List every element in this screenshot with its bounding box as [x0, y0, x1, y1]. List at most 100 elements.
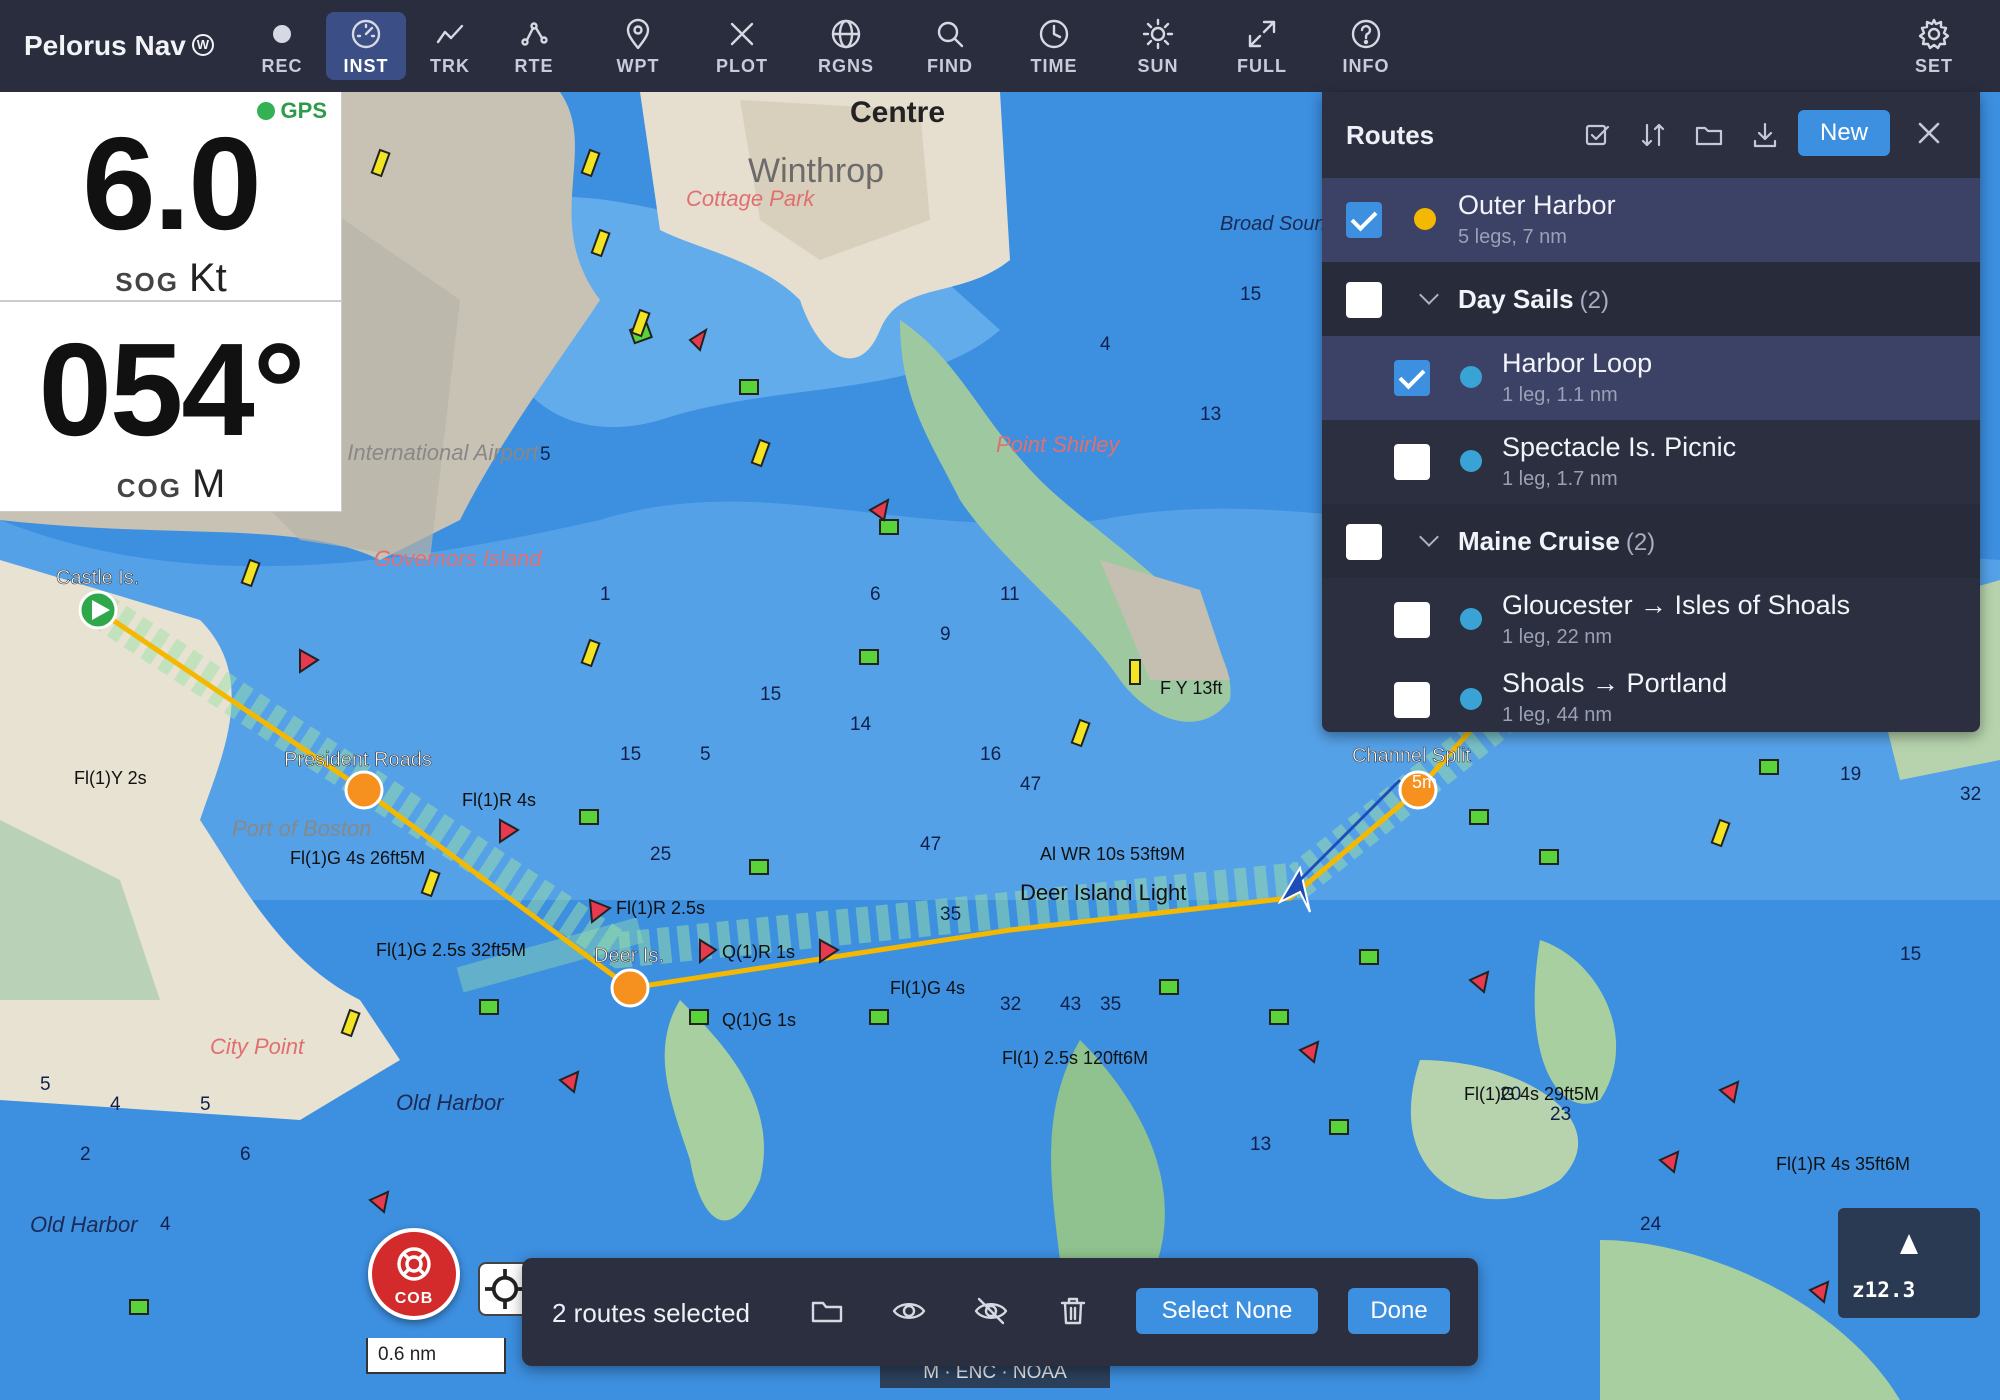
route-checkbox[interactable]: [1394, 682, 1430, 718]
delete-routes-button[interactable]: [1056, 1294, 1092, 1330]
open-folder-button[interactable]: [1694, 120, 1728, 154]
group-checkbox[interactable]: [1346, 282, 1382, 318]
select-none-button[interactable]: Select None: [1136, 1288, 1318, 1334]
hide-routes-button[interactable]: [974, 1294, 1010, 1330]
sog-value: 6.0: [82, 110, 262, 257]
svg-text:32: 32: [1000, 994, 1021, 1015]
zoom-indicator[interactable]: z12.3: [1838, 1208, 1980, 1318]
svg-text:15: 15: [1240, 284, 1261, 305]
route-color-dot-icon: [1460, 608, 1482, 630]
toolbar-find-button[interactable]: FIND: [910, 12, 990, 80]
svg-text:25: 25: [650, 844, 671, 865]
label-deer-island-light: Deer Island Light: [1020, 880, 1186, 905]
light-label-8: Fl(1)G 4s: [890, 978, 965, 998]
folder-icon: [1695, 126, 1723, 146]
record-icon: [273, 25, 291, 43]
svg-text:6: 6: [240, 1144, 251, 1165]
svg-text:35: 35: [940, 904, 961, 925]
lifebuoy-icon: [397, 1247, 431, 1281]
route-checkbox[interactable]: [1394, 444, 1430, 480]
selection-status: 2 routes selected: [552, 1298, 751, 1328]
toolbar-sun-button[interactable]: SUN: [1118, 12, 1198, 80]
light-label-13: 5m: [1412, 772, 1437, 792]
routes-panel-title: Routes: [1346, 120, 1435, 150]
group-checkbox[interactable]: [1346, 524, 1382, 560]
folder-icon: [811, 1301, 843, 1323]
toolbar-inst-button[interactable]: INST: [326, 12, 406, 80]
route-item-shoals-portland[interactable]: Shoals → Portland 1 leg, 44 nm: [1322, 662, 1980, 732]
sog-label: SOG: [115, 267, 179, 297]
route-group-day-sails[interactable]: Day Sails (2): [1322, 262, 1980, 336]
eye-off-icon: [974, 1297, 1008, 1325]
route-group-maine-cruise[interactable]: Maine Cruise (2): [1322, 504, 1980, 578]
svg-text:19: 19: [1840, 764, 1861, 785]
route-icon: [521, 22, 548, 46]
route-name: Spectacle Is. Picnic: [1502, 432, 1737, 462]
trash-icon: [1060, 1297, 1086, 1325]
toolbar-rec-button[interactable]: REC: [242, 12, 322, 80]
cob-button[interactable]: COB: [368, 1228, 460, 1320]
toolbar-time-button[interactable]: TIME: [1014, 12, 1094, 80]
routes-panel-header: Routes New: [1322, 92, 1980, 178]
toolbar-rte-button[interactable]: RTE: [494, 12, 574, 80]
toolbar-info-button[interactable]: INFO: [1326, 12, 1406, 80]
sort-icon: [1641, 123, 1665, 147]
route-name: Outer Harbor: [1458, 190, 1616, 220]
move-to-folder-button[interactable]: [810, 1294, 846, 1330]
chevron-down-icon[interactable]: [1419, 285, 1439, 305]
svg-text:24: 24: [1640, 1214, 1662, 1235]
svg-text:13: 13: [1250, 1134, 1271, 1155]
label-governors-island: Governors Island: [374, 546, 542, 571]
routes-panel: Routes New Outer Harbor 5 legs, 7 nm Day…: [1322, 92, 1980, 732]
instrument-panel[interactable]: GPS 6.0 SOG Kt 054° COG M: [0, 92, 342, 512]
map-scale-bar: 0.6 nm: [366, 1338, 506, 1374]
download-button[interactable]: [1750, 120, 1784, 154]
svg-text:5: 5: [200, 1094, 211, 1115]
label-old-harbor-2: Old Harbor: [30, 1212, 139, 1237]
svg-text:14: 14: [850, 714, 872, 735]
route-details: 1 leg, 22 nm: [1502, 626, 1613, 648]
route-item-outer-harbor[interactable]: Outer Harbor 5 legs, 7 nm: [1322, 178, 1980, 262]
svg-text:47: 47: [1020, 774, 1041, 795]
cob-label: COB: [394, 1290, 434, 1307]
search-icon: [937, 21, 964, 48]
chevron-down-icon[interactable]: [1419, 527, 1439, 547]
route-item-harbor-loop[interactable]: Harbor Loop 1 leg, 1.1 nm: [1322, 336, 1980, 420]
light-label-10: Fl(1)Y 2s: [74, 768, 147, 788]
cog-unit: M: [191, 462, 226, 506]
label-city-point: City Point: [210, 1034, 305, 1059]
close-routes-button[interactable]: [1914, 118, 1948, 152]
close-icon: [1918, 122, 1940, 144]
fullscreen-icon: [1248, 20, 1276, 48]
clock-icon: [1039, 19, 1069, 49]
select-all-button[interactable]: [1582, 120, 1616, 154]
route-item-gloucester-isles-of-shoals[interactable]: Gloucester → Isles of Shoals 1 leg, 22 n…: [1322, 578, 1980, 662]
download-icon: [1753, 122, 1777, 148]
gear-icon: [1918, 18, 1950, 50]
route-details: 1 leg, 1.7 nm: [1502, 468, 1618, 490]
svg-text:15: 15: [760, 684, 781, 705]
svg-text:2: 2: [80, 1144, 91, 1165]
globe-icon: [831, 19, 861, 49]
toolbar-wpt-button[interactable]: WPT: [598, 12, 678, 80]
route-checkbox[interactable]: [1394, 360, 1430, 396]
svg-text:4: 4: [110, 1094, 121, 1115]
light-label-2: Fl(1)G 4s 26ft5M: [290, 848, 425, 868]
done-button[interactable]: Done: [1348, 1288, 1450, 1334]
brand-badge-icon: W: [191, 33, 214, 56]
route-checkbox[interactable]: [1394, 602, 1430, 638]
help-icon: [1351, 19, 1381, 49]
route-name: Harbor Loop: [1502, 348, 1653, 378]
toolbar-rgns-button[interactable]: RGNS: [806, 12, 886, 80]
toolbar-set-button[interactable]: SET: [1894, 12, 1974, 80]
toolbar-plot-button[interactable]: PLOT: [702, 12, 782, 80]
new-route-button[interactable]: New: [1798, 110, 1890, 156]
route-checkbox[interactable]: [1346, 202, 1382, 238]
toolbar-full-button[interactable]: FULL: [1222, 12, 1302, 80]
route-item-spectacle-is-picnic[interactable]: Spectacle Is. Picnic 1 leg, 1.7 nm: [1322, 420, 1980, 504]
group-name: Maine Cruise (2): [1458, 526, 1656, 556]
show-routes-button[interactable]: [892, 1294, 928, 1330]
sort-button[interactable]: [1638, 120, 1672, 154]
instrument-divider: [0, 300, 342, 302]
toolbar-trk-button[interactable]: TRK: [410, 12, 490, 80]
